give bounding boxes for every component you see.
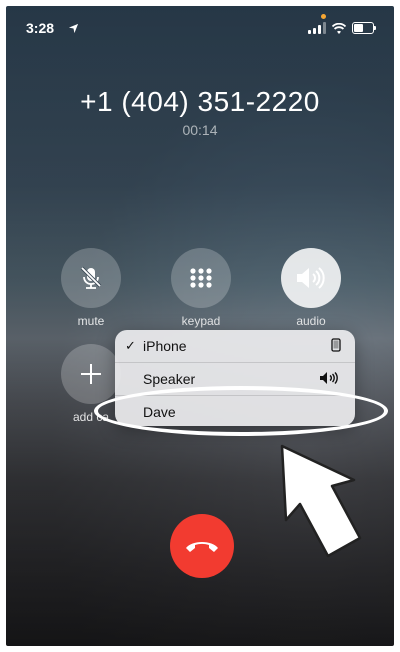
orange-indicator-dot: [321, 14, 326, 19]
keypad-icon: [171, 248, 231, 308]
mute-label: mute: [77, 314, 105, 328]
highlight-ellipse: [94, 386, 388, 436]
menu-item-label: Speaker: [143, 371, 196, 387]
mute-mic-icon: [61, 248, 121, 308]
checkmark-icon: ✓: [125, 338, 136, 353]
keypad-label: keypad: [181, 314, 221, 328]
status-bar: 3:28: [26, 14, 376, 40]
mute-button[interactable]: mute: [51, 248, 131, 328]
audio-button[interactable]: audio: [271, 248, 351, 328]
call-screen: 3:28 +1 (404) 351-2220 00:14 mute keypad…: [6, 6, 394, 646]
speaker-icon: [319, 371, 341, 388]
wifi-icon: [331, 22, 347, 34]
plus-icon: [61, 344, 121, 404]
end-call-button[interactable]: [162, 506, 242, 586]
end-call-icon: [170, 514, 234, 578]
audio-label: audio: [296, 314, 326, 328]
status-icons: [308, 14, 376, 34]
keypad-button[interactable]: keypad: [161, 248, 241, 328]
call-duration: 00:14: [182, 122, 218, 138]
speaker-icon: [281, 248, 341, 308]
signal-bars-icon: [308, 22, 326, 34]
menu-item-iphone[interactable]: ✓ iPhone: [115, 330, 355, 363]
location-arrow-icon: [68, 21, 79, 37]
caller-number: +1 (404) 351-2220: [80, 86, 320, 117]
battery-icon: [352, 22, 376, 34]
iphone-icon: [331, 337, 341, 355]
pointer-arrow: [280, 444, 362, 558]
status-time: 3:28: [26, 20, 55, 36]
menu-item-label: iPhone: [143, 338, 187, 354]
